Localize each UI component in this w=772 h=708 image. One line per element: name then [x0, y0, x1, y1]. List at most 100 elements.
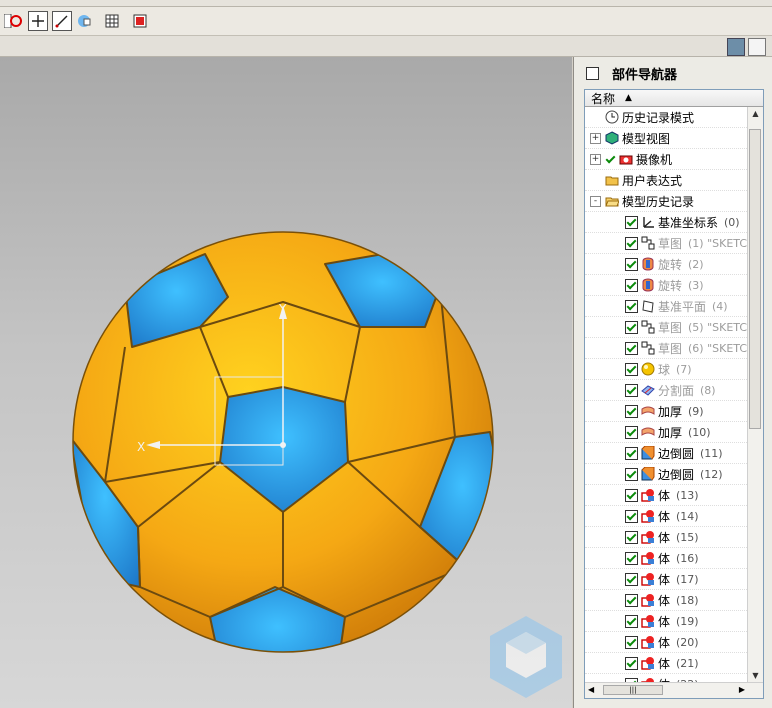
tree-row-label: 体 — [658, 656, 671, 671]
tree-row-label: 体 — [658, 614, 671, 629]
tree-row[interactable]: 加厚 (10) — [585, 422, 747, 443]
visibility-checkbox[interactable] — [625, 320, 638, 334]
soccer-ball-model: Y X — [72, 231, 494, 653]
tree-row-label: 体 — [658, 572, 671, 587]
tree-row[interactable]: 基准平面 (4) — [585, 296, 747, 317]
visibility-checkbox[interactable] — [625, 215, 638, 229]
horizontal-scrollbar[interactable]: ◀ ||| ▶ — [585, 682, 763, 698]
tree-row[interactable]: 体 (17) — [585, 569, 747, 590]
scrollbar-thumb[interactable] — [749, 129, 761, 429]
tree-row[interactable]: 基准坐标系 (0) — [585, 212, 747, 233]
expand-icon[interactable]: + — [590, 132, 601, 144]
tree-row-label: 摄像机 — [636, 152, 673, 167]
body-icon — [641, 530, 655, 544]
tree-row[interactable]: + 摄像机 — [585, 149, 747, 170]
tree-row-label: 模型视图 — [622, 131, 671, 146]
visibility-checkbox[interactable] — [625, 551, 638, 565]
panel-toggle-checkbox[interactable] — [586, 66, 599, 80]
tree-row-suffix: (21) — [676, 656, 699, 670]
window-icon[interactable] — [748, 38, 766, 56]
expand-icon[interactable]: + — [590, 153, 601, 165]
tree-row[interactable]: 体 (20) — [585, 632, 747, 653]
visibility-checkbox[interactable] — [625, 362, 638, 376]
tree-row-suffix: (19) — [676, 614, 699, 628]
visibility-checkbox[interactable] — [625, 488, 638, 502]
hscrollbar-thumb[interactable]: ||| — [603, 685, 663, 695]
visibility-checkbox[interactable] — [625, 467, 638, 481]
camera-view-icon[interactable] — [74, 11, 94, 31]
circle-tool-icon[interactable] — [6, 11, 26, 31]
stop-icon[interactable] — [130, 11, 150, 31]
visibility-checkbox[interactable] — [625, 341, 638, 355]
visibility-checkbox[interactable] — [625, 699, 638, 700]
visibility-checkbox[interactable] — [625, 656, 638, 670]
thicken-icon — [641, 425, 655, 439]
visibility-checkbox[interactable] — [625, 278, 638, 292]
tree-row[interactable]: 体 (14) — [585, 506, 747, 527]
visibility-checkbox[interactable] — [625, 299, 638, 313]
tree-row-suffix: (9) — [688, 404, 704, 418]
visibility-checkbox[interactable] — [625, 509, 638, 523]
vertical-scrollbar[interactable]: ▲ ▼ — [747, 107, 763, 683]
tree-row-label: 体 — [658, 530, 671, 545]
tree-row[interactable]: 体 (19) — [585, 611, 747, 632]
point-tool-icon[interactable] — [28, 11, 48, 31]
tree-row[interactable]: 历史记录模式 — [585, 107, 747, 128]
grid-icon[interactable] — [102, 11, 122, 31]
visibility-checkbox[interactable] — [625, 236, 638, 250]
scroll-right-icon[interactable]: ▶ — [739, 685, 745, 694]
sketch-icon — [641, 320, 655, 334]
tree-row[interactable]: 草图 (1) "SKETC — [585, 233, 747, 254]
view-toggle-icon[interactable] — [727, 38, 745, 56]
tree-row-suffix: (17) — [676, 572, 699, 586]
tree-row[interactable]: 边倒圆 (12) — [585, 464, 747, 485]
tree-row[interactable]: 加厚 (9) — [585, 401, 747, 422]
tree-row-suffix: (5) "SKETC — [688, 320, 748, 334]
tree-row-label: 加厚 — [658, 425, 683, 440]
tree-row[interactable]: 草图 (5) "SKETC — [585, 317, 747, 338]
tree-row[interactable]: 旋转 (3) — [585, 275, 747, 296]
tree-row[interactable]: 体 (16) — [585, 548, 747, 569]
visibility-checkbox[interactable] — [625, 614, 638, 628]
scroll-left-icon[interactable]: ◀ — [588, 685, 594, 694]
tree-row[interactable]: 体 (18) — [585, 590, 747, 611]
body-icon — [641, 509, 655, 523]
tree-row[interactable]: 体 (15) — [585, 527, 747, 548]
scroll-down-icon[interactable]: ▼ — [748, 669, 763, 683]
tree-row[interactable]: 草图 (6) "SKETC — [585, 338, 747, 359]
visibility-checkbox[interactable] — [625, 425, 638, 439]
tree-row[interactable]: 用户表达式 — [585, 170, 747, 191]
line-tool-icon[interactable] — [52, 11, 72, 31]
visibility-checkbox[interactable] — [625, 383, 638, 397]
visibility-checkbox[interactable] — [625, 404, 638, 418]
navigator-tree[interactable]: 名称 ▲ 历史记录模式 + 模型视图 + 摄像机用户表达式 - 模型历史记录 基准坐标系 (0)… — [584, 89, 764, 699]
tree-row[interactable]: 体 (21) — [585, 653, 747, 674]
tree-row[interactable]: 球 (7) — [585, 359, 747, 380]
collapse-icon[interactable]: - — [590, 195, 601, 207]
tree-row[interactable]: + 模型视图 — [585, 128, 747, 149]
tree-row[interactable]: 分割面 (8) — [585, 380, 747, 401]
visibility-checkbox[interactable] — [625, 446, 638, 460]
visibility-checkbox[interactable] — [625, 530, 638, 544]
column-header-name[interactable]: 名称 ▲ — [585, 90, 763, 107]
folder-icon — [605, 173, 619, 187]
tree-row[interactable]: 边倒圆 (11) — [585, 443, 747, 464]
tree-row-suffix: (2) — [688, 257, 704, 271]
visibility-checkbox[interactable] — [625, 572, 638, 586]
graphics-viewport[interactable]: Y X — [0, 57, 572, 708]
visibility-checkbox[interactable] — [605, 154, 616, 165]
scroll-up-icon[interactable]: ▲ — [748, 107, 763, 121]
tree-row-label: 旋转 — [658, 257, 683, 272]
visibility-checkbox[interactable] — [625, 593, 638, 607]
tree-row-label: 边倒圆 — [658, 467, 695, 482]
visibility-checkbox[interactable] — [625, 635, 638, 649]
tree-row-suffix: (7) — [676, 362, 692, 376]
tree-row-suffix: (15) — [676, 530, 699, 544]
tree-row-label: 用户表达式 — [622, 173, 683, 188]
tree-row-label: 草图 — [658, 341, 683, 356]
tree-row[interactable]: 体 (13) — [585, 485, 747, 506]
tree-row-label: 体 — [658, 593, 671, 608]
tree-row[interactable]: - 模型历史记录 — [585, 191, 747, 212]
tree-row[interactable]: 旋转 (2) — [585, 254, 747, 275]
visibility-checkbox[interactable] — [625, 257, 638, 271]
